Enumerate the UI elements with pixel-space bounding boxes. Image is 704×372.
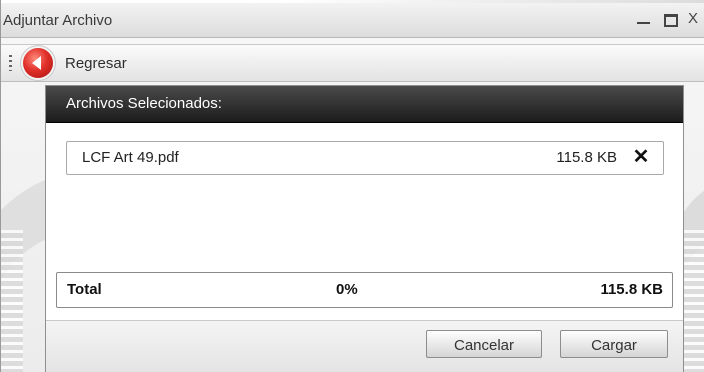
file-name: LCF Art 49.pdf xyxy=(82,149,179,166)
back-arrow-icon xyxy=(23,48,53,78)
toolbar: Regresar xyxy=(1,44,704,82)
selected-files-panel: Archivos Selecionados: LCF Art 49.pdf 11… xyxy=(45,85,684,372)
remove-file-button[interactable]: ✕ xyxy=(629,145,653,169)
back-button[interactable]: Regresar xyxy=(23,48,183,78)
close-icon: ✕ xyxy=(632,146,650,168)
cancel-button[interactable]: Cancelar xyxy=(426,330,542,358)
right-decorative-stripes xyxy=(683,230,704,372)
maximize-icon[interactable] xyxy=(660,9,680,29)
close-window-button[interactable]: X xyxy=(685,9,704,29)
upload-button[interactable]: Cargar xyxy=(560,330,668,358)
minimize-icon[interactable] xyxy=(633,9,653,29)
file-size: 115.8 KB xyxy=(556,149,617,166)
title-bar[interactable]: Adjuntar Archivo X xyxy=(1,3,704,38)
toolbar-grip-icon[interactable] xyxy=(9,55,12,71)
panel-footer: Cancelar Cargar xyxy=(46,320,683,372)
window-title: Adjuntar Archivo xyxy=(3,12,113,29)
total-size: 115.8 KB xyxy=(600,281,663,298)
close-icon: X xyxy=(688,10,699,27)
panel-title: Archivos Selecionados: xyxy=(66,95,222,112)
total-row: Total 0% 115.8 KB xyxy=(56,272,673,308)
attach-file-dialog: Adjuntar Archivo X Regresar Archivos Sel… xyxy=(0,0,704,372)
total-progress: 0% xyxy=(336,281,358,298)
file-row: LCF Art 49.pdf 115.8 KB ✕ xyxy=(66,141,664,175)
left-decorative-stripes xyxy=(1,230,23,372)
total-label: Total xyxy=(67,281,102,298)
panel-header: Archivos Selecionados: xyxy=(46,86,683,123)
back-button-label: Regresar xyxy=(65,55,127,72)
